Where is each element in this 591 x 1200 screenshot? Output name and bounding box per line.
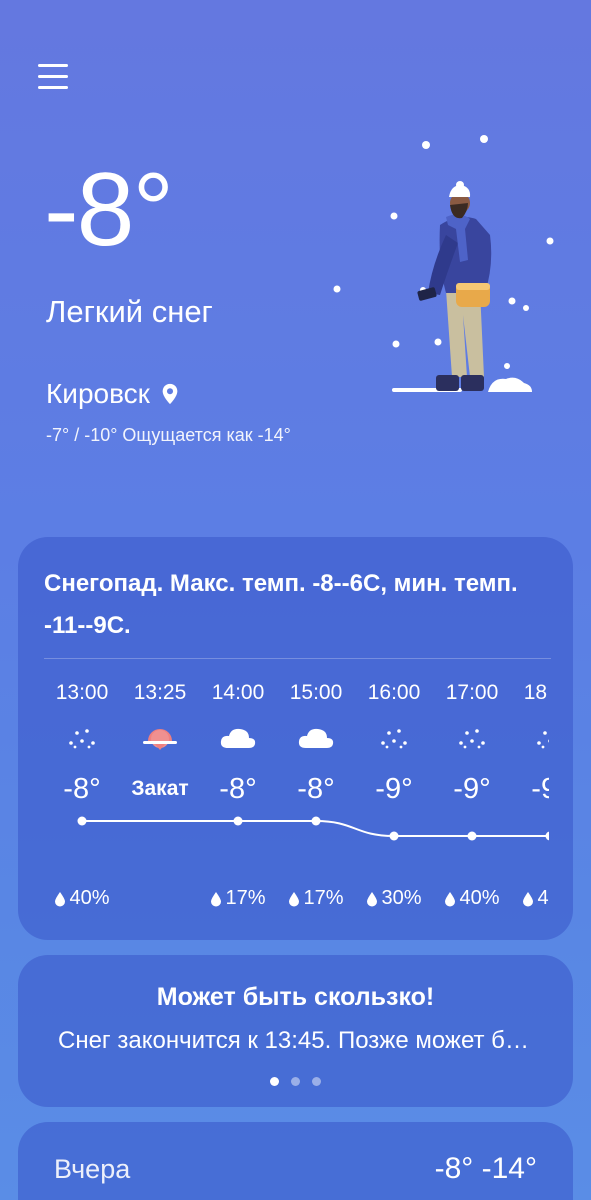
hour-temperature: -8° [297,773,335,805]
precipitation-value: 17% [303,887,344,909]
snow-icon [433,709,511,767]
precipitation-chance: 17% [277,887,355,910]
yesterday-temps: -8° -14° [434,1152,537,1185]
hour-temperature: -9° [531,773,549,805]
hour-item[interactable]: 16:00 -9° [355,677,433,809]
precipitation-chance: 40% [43,887,121,910]
precipitation-value: 30% [381,887,422,909]
precipitation-chance: 30% [355,887,433,910]
raindrop-icon [211,891,222,906]
precipitation-value: 40% [69,887,110,909]
hour-item[interactable]: 13:00 -8° [43,677,121,809]
hourly-scroll[interactable]: 13:00 -8° 40% 13:25 Закат 14:00 -8° 17% 15:00 -8°… [18,677,549,937]
snow-icon [355,709,433,767]
temperature-point [311,816,321,826]
precipitation-value: 17% [225,887,266,909]
precipitation-value: 40% [459,887,500,909]
temperature-point [545,831,549,841]
hour-item[interactable]: 13:25 Закат [121,677,199,809]
page-dot[interactable] [312,1077,321,1086]
precipitation-value: 40% [537,887,549,909]
location-name: Кировск [46,378,150,409]
raindrop-icon [445,891,456,906]
sunset-icon [121,709,199,767]
snow-icon [43,709,121,767]
alert-card[interactable]: Может быть скользко! Снег закончится к 1… [18,955,573,1107]
hourly-forecast-card[interactable]: Снегопад. Макс. темп. -8--6С, мин. темп.… [18,537,573,940]
hour-item[interactable]: 18:00 -9° [511,677,549,809]
hour-item[interactable]: 14:00 -8° [199,677,277,809]
weather-illustration [333,135,554,392]
hour-temperature: -8° [63,773,101,805]
menu-button[interactable] [38,64,68,92]
hour-time: 14:00 [211,681,265,704]
temperature-point [467,831,477,841]
snow-icon [511,709,549,767]
yesterday-label: Вчера [54,1154,131,1184]
cloud-icon [199,709,277,767]
hour-time: 15:00 [289,681,343,704]
raindrop-icon [523,891,534,906]
hour-temperature: -9° [375,773,413,805]
hour-item[interactable]: 15:00 -8° [277,677,355,809]
yesterday-card[interactable]: Вчера -8° -14° [18,1122,573,1200]
minmax-feels-like: -7° / -10° Ощущается как -14° [46,425,291,445]
raindrop-icon [289,891,300,906]
hour-time: 17:00 [445,681,499,704]
hour-temperature: -9° [453,773,491,805]
forecast-summary: Снегопад. Макс. темп. -8--6С, мин. темп.… [44,570,518,639]
raindrop-icon [367,891,378,906]
location-pin-icon [162,383,178,405]
sunset-label: Закат [131,777,189,800]
precipitation-chance: 17% [199,887,277,910]
page-indicator [18,1077,573,1086]
hour-time: 13:25 [133,681,187,704]
page-dot[interactable] [291,1077,300,1086]
location[interactable]: Кировск [46,380,180,408]
temperature-point [233,816,243,826]
precipitation-chance: 40% [511,887,549,910]
current-temperature: -8° [44,152,174,268]
weather-condition: Легкий снег [46,294,213,329]
alert-title: Может быть скользко! [156,983,435,1011]
hour-time: 18:00 [523,681,549,704]
hour-time: 16:00 [367,681,421,704]
alert-text: Снег закончится к 13:45. Позже может быт… [58,1027,538,1054]
raindrop-icon [55,891,66,906]
temperature-point [389,831,399,841]
hour-item[interactable]: 17:00 -9° [433,677,511,809]
hour-temperature: -8° [219,773,257,805]
cloud-icon [277,709,355,767]
divider [44,658,551,659]
precipitation-chance: 40% [433,887,511,910]
hour-time: 13:00 [55,681,109,704]
temperature-point [77,816,87,826]
page-dot-active[interactable] [270,1077,279,1086]
